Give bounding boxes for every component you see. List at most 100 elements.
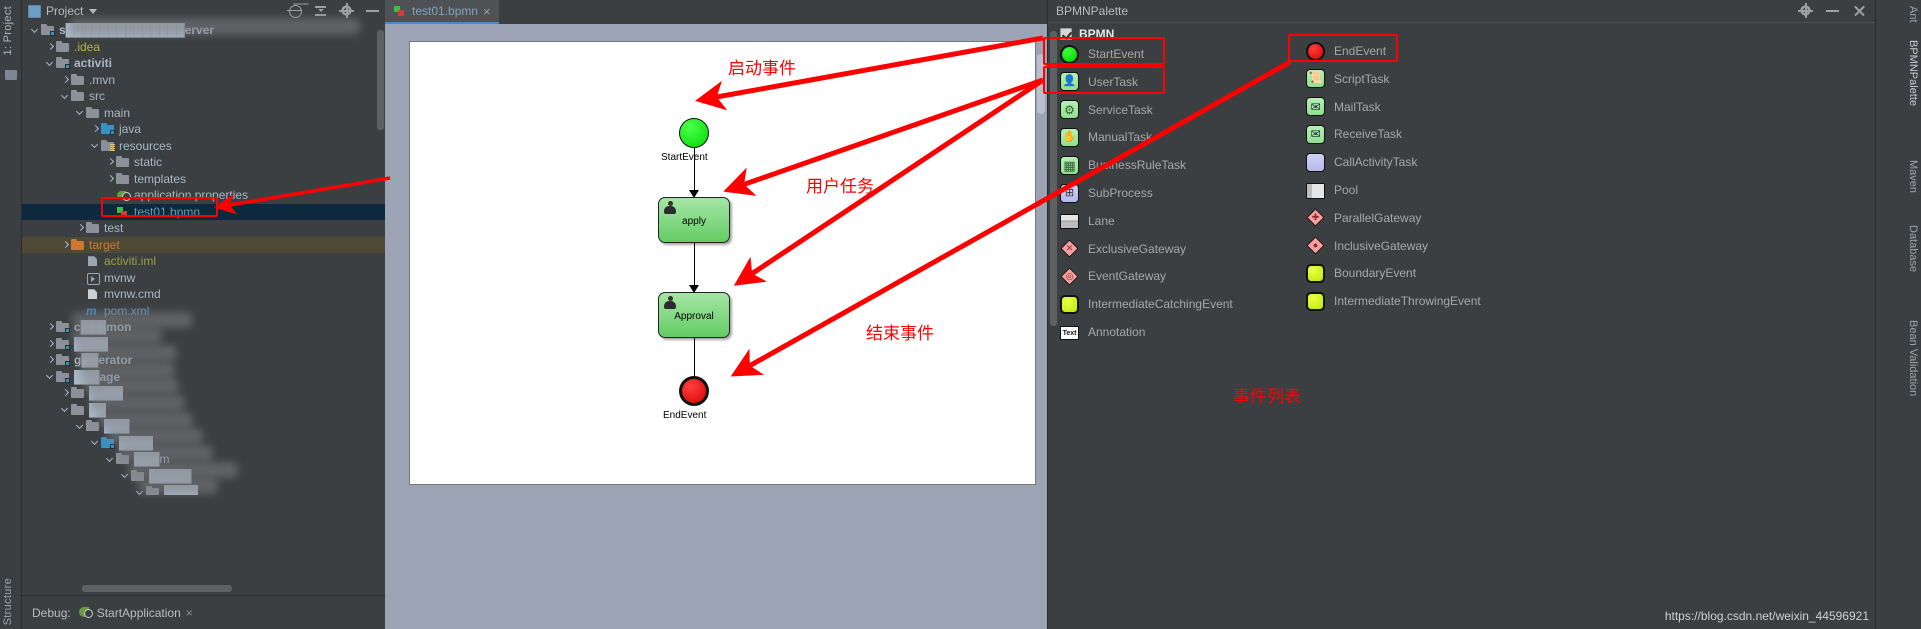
tree-row-item25[interactable]: ████ <box>22 435 385 452</box>
tree-row-gerator[interactable]: g██erator <box>22 352 385 369</box>
project-tree-horizontal-scrollbar[interactable] <box>82 585 232 592</box>
palette-item-intermediatecatchingevent[interactable]: IntermediateCatchingEvent <box>1060 293 1233 315</box>
tree-row-src[interactable]: src <box>22 88 385 105</box>
tool-window-button-bpmnpalette[interactable]: BPMNPalette <box>1907 40 1919 106</box>
tree-row-resources[interactable]: resources <box>22 138 385 155</box>
hide-panel-icon[interactable] <box>365 3 380 18</box>
palette-item-intermediatethrowingevent[interactable]: IntermediateThrowingEvent <box>1306 290 1481 312</box>
tool-window-button-database[interactable]: Database <box>1907 225 1919 272</box>
palette-item-manualtask[interactable]: ✋ ManualTask <box>1060 126 1152 148</box>
chevron-down-icon[interactable] <box>75 107 86 118</box>
chevron-down-icon[interactable] <box>105 454 116 465</box>
tree-row-mvnw.cmd[interactable]: mvnw.cmd <box>22 286 385 303</box>
tree-row-item27[interactable]: █████ <box>22 468 385 485</box>
locate-target-icon[interactable] <box>287 3 302 18</box>
palette-item-scripttask[interactable]: 📜 ScriptTask <box>1306 68 1389 90</box>
tree-row-item24[interactable]: ███ <box>22 418 385 435</box>
project-tree-vertical-scrollbar[interactable] <box>377 30 384 130</box>
chevron-right-icon[interactable] <box>75 223 86 234</box>
chevron-right-icon[interactable] <box>45 355 56 366</box>
palette-item-exclusivegateway[interactable]: ✕ ExclusiveGateway <box>1060 238 1186 260</box>
palette-item-pool[interactable]: Pool <box>1306 179 1358 201</box>
diagram-node-startevent[interactable] <box>679 118 709 148</box>
chevron-down-icon[interactable] <box>45 371 56 382</box>
project-tree[interactable]: s██████████████erver .idea activiti .mvn src… <box>22 22 385 495</box>
palette-item-eventgateway[interactable]: ◎ EventGateway <box>1060 265 1166 287</box>
tree-row-java[interactable]: java <box>22 121 385 138</box>
chevron-down-icon[interactable] <box>60 91 71 102</box>
diagram-node-apply[interactable]: apply <box>658 197 730 243</box>
tree-row-item22[interactable]: ████ <box>22 385 385 402</box>
gear-icon[interactable] <box>1798 3 1813 18</box>
chevron-down-icon[interactable] <box>75 421 86 432</box>
close-icon[interactable] <box>1852 3 1867 18</box>
tool-window-button-ant[interactable]: Ant <box>1907 6 1919 23</box>
debug-session-tab[interactable]: StartApplication × <box>78 606 193 620</box>
chevron-right-icon[interactable] <box>105 173 116 184</box>
checkbox-bpmn-group[interactable] <box>1060 28 1072 40</box>
chevron-down-icon[interactable] <box>89 8 98 14</box>
palette-item-mailtask[interactable]: ✉ MailTask <box>1306 96 1381 118</box>
tool-window-button-structure[interactable]: Structure <box>2 578 14 625</box>
tree-row-test[interactable]: test <box>22 220 385 237</box>
palette-item-inclusivegateway[interactable]: ● InclusiveGateway <box>1306 235 1428 257</box>
palette-item-startevent[interactable]: StartEvent <box>1060 43 1144 65</box>
chevron-right-icon[interactable] <box>60 239 71 250</box>
chevron-right-icon[interactable] <box>105 157 116 168</box>
tree-row-age[interactable]: ███age <box>22 369 385 386</box>
chevron-right-icon[interactable] <box>45 322 56 333</box>
chevron-down-icon[interactable] <box>135 487 146 495</box>
chevron-right-icon[interactable] <box>60 74 71 85</box>
collapse-all-icon[interactable] <box>313 3 328 18</box>
palette-item-subprocess[interactable]: ⊞ SubProcess <box>1060 182 1153 204</box>
tree-row-m[interactable]: ███m <box>22 451 385 468</box>
editor-tab-test01[interactable]: test01.bpmn × <box>385 0 499 24</box>
chevron-down-icon[interactable] <box>120 470 131 481</box>
tree-row-main[interactable]: main <box>22 105 385 122</box>
tree-row-item19[interactable]: ████ <box>22 336 385 353</box>
chevron-down-icon[interactable] <box>60 404 71 415</box>
chevron-down-icon[interactable] <box>45 58 56 69</box>
palette-scrollbar[interactable] <box>1050 31 1057 326</box>
tool-window-button-maven[interactable]: Maven <box>1907 160 1919 193</box>
tree-row-activiti[interactable]: activiti <box>22 55 385 72</box>
chevron-down-icon[interactable] <box>90 437 101 448</box>
tree-row-test01.bpmn[interactable]: test01.bpmn <box>22 203 385 220</box>
chevron-right-icon[interactable] <box>45 41 56 52</box>
palette-item-callactivitytask[interactable]: CallActivityTask <box>1306 151 1417 173</box>
tree-row-static[interactable]: static <box>22 154 385 171</box>
tree-row-cmon[interactable]: c███mon <box>22 319 385 336</box>
palette-item-businessruletask[interactable]: ▦ BusinessRuleTask <box>1060 154 1186 176</box>
tree-row-templates[interactable]: templates <box>22 171 385 188</box>
tree-row-item23[interactable]: ██ <box>22 402 385 419</box>
chevron-right-icon[interactable] <box>60 388 71 399</box>
chevron-right-icon[interactable] <box>45 338 56 349</box>
palette-group-bpmn[interactable]: BPMN <box>1060 27 1114 41</box>
tool-window-button-project[interactable]: 1: Project <box>2 6 14 55</box>
canvas-vertical-scrollbar[interactable] <box>1037 54 1045 114</box>
chevron-right-icon[interactable] <box>90 124 101 135</box>
palette-item-receivetask[interactable]: ✉ ReceiveTask <box>1306 123 1402 145</box>
palette-item-endevent[interactable]: EndEvent <box>1306 40 1386 62</box>
chevron-down-icon[interactable] <box>90 140 101 151</box>
tree-row-activiti.iml[interactable]: activiti.iml <box>22 253 385 270</box>
tree-row-.mvn[interactable]: .mvn <box>22 72 385 89</box>
diagram-node-approval[interactable]: Approval <box>658 292 730 338</box>
palette-item-usertask[interactable]: 👤 UserTask <box>1060 71 1138 93</box>
tree-row-mvnw[interactable]: mvnw <box>22 270 385 287</box>
close-icon[interactable]: × <box>483 5 491 18</box>
palette-item-lane[interactable]: Lane <box>1060 210 1115 232</box>
chevron-down-icon[interactable] <box>30 25 41 36</box>
palette-item-parallelgateway[interactable]: ✚ ParallelGateway <box>1306 207 1421 229</box>
palette-item-annotation[interactable]: Text Annotation <box>1060 321 1145 343</box>
diagram-node-endevent[interactable] <box>679 376 709 406</box>
tree-row-target[interactable]: target <box>22 236 385 253</box>
gear-icon[interactable] <box>339 3 354 18</box>
tree-row-.idea[interactable]: .idea <box>22 39 385 56</box>
palette-item-servicetask[interactable]: ⚙ ServiceTask <box>1060 99 1153 121</box>
tool-window-button-bean-validation[interactable]: Bean Validation <box>1907 320 1919 396</box>
tree-row-server[interactable]: s██████████████erver <box>22 22 385 39</box>
tree-row-application.properties[interactable]: application.properties <box>22 187 385 204</box>
palette-item-boundaryevent[interactable]: BoundaryEvent <box>1306 262 1416 284</box>
tree-row-item28[interactable]: ████ <box>22 484 385 495</box>
